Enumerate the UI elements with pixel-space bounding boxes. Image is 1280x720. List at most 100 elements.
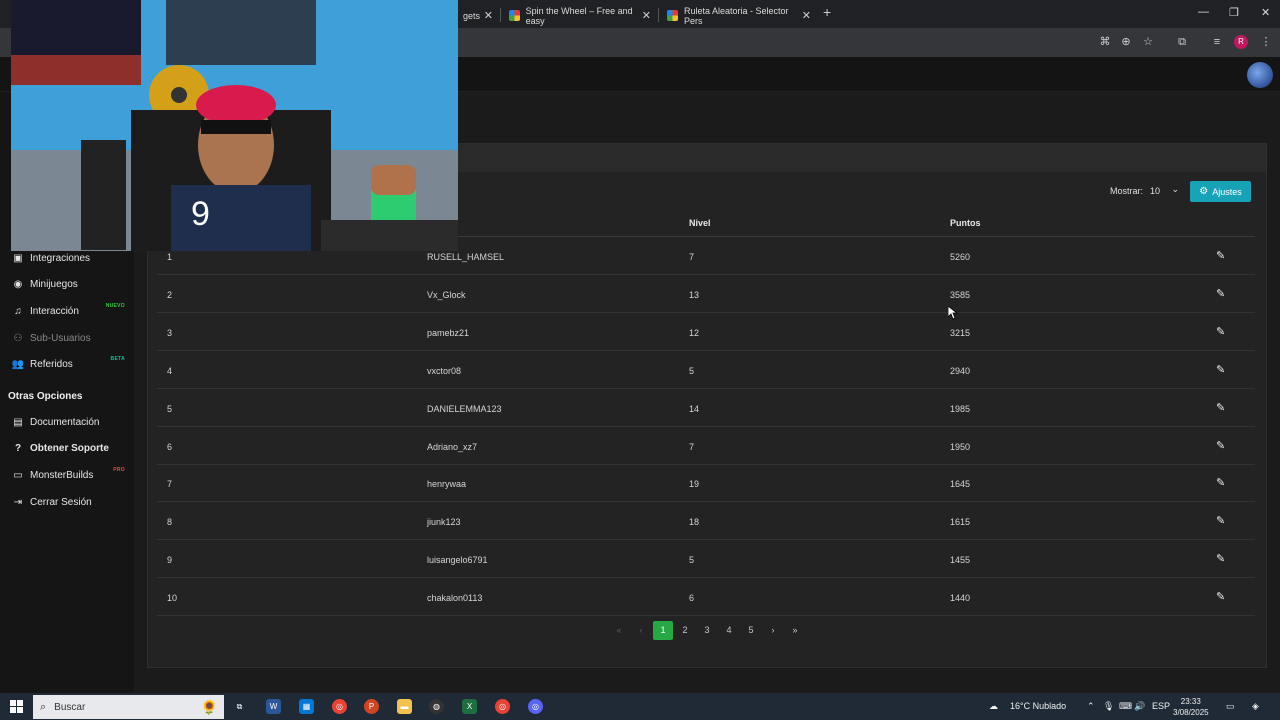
network-icon[interactable]: ⌨: [1119, 701, 1132, 712]
notifications-icon[interactable]: ▭: [1226, 701, 1235, 712]
pencil-icon[interactable]: ✎: [1216, 401, 1225, 414]
last-page-button[interactable]: »: [785, 621, 805, 640]
wheel-favicon-icon: [509, 10, 520, 21]
sidebar-item-monsterbuilds[interactable]: ▭ MonsterBuilds PRO: [0, 462, 134, 488]
clock[interactable]: 23:33 3/08/2025: [1173, 696, 1209, 718]
points-cell: 3215: [950, 327, 971, 338]
translate-icon[interactable]: ⌘: [1098, 35, 1112, 49]
level-cell: 5: [689, 555, 695, 566]
username-cell: jiunk123: [427, 517, 461, 528]
page-button[interactable]: 3: [697, 621, 717, 640]
obs-icon[interactable]: ◍: [429, 699, 444, 714]
page-button[interactable]: 5: [741, 621, 761, 640]
pencil-icon[interactable]: ✎: [1216, 514, 1225, 527]
chevron-down-icon: ⌄: [1171, 184, 1179, 194]
laptop-icon: ▭: [13, 469, 23, 481]
pencil-icon[interactable]: ✎: [1216, 552, 1225, 565]
new-tab-button[interactable]: +: [823, 4, 831, 20]
more-menu-icon[interactable]: ⋮: [1259, 35, 1273, 49]
show-entries-label: Mostrar:: [1110, 186, 1144, 196]
profile-avatar[interactable]: R: [1234, 35, 1248, 49]
powerpoint-icon[interactable]: P: [364, 699, 379, 714]
page-button[interactable]: 4: [719, 621, 739, 640]
minimize-icon[interactable]: —: [1198, 6, 1209, 18]
next-page-button[interactable]: ›: [763, 621, 783, 640]
chrome-app-icon[interactable]: ◎: [528, 699, 543, 714]
reading-list-icon[interactable]: ≡: [1210, 35, 1224, 49]
chrome-icon[interactable]: ◎: [332, 699, 347, 714]
column-header-level[interactable]: Nivel: [689, 218, 711, 228]
sidebar-item-minijuegos[interactable]: ◉ Minijuegos: [0, 271, 134, 297]
page-button[interactable]: 2: [675, 621, 695, 640]
restore-icon[interactable]: ❐: [1229, 6, 1239, 19]
sidebar-item-interaccion[interactable]: ♫ Interacción NUEVO: [0, 298, 134, 324]
close-window-icon[interactable]: ✕: [1261, 6, 1270, 19]
browser-tab[interactable]: Spin the Wheel – Free and easy ✕: [501, 3, 657, 28]
weather-text[interactable]: 16°C Nublado: [1010, 701, 1066, 711]
username-cell: DANIELEMMA123: [427, 403, 502, 414]
pencil-icon[interactable]: ✎: [1216, 287, 1225, 300]
tab-label: Spin the Wheel – Free and easy: [525, 5, 633, 26]
column-header-points[interactable]: Puntos: [950, 218, 981, 228]
rank-cell: 10: [167, 593, 178, 604]
level-cell: 19: [689, 479, 700, 490]
table-row: 10 chakalon0113 6 1440 ✎: [157, 578, 1255, 617]
word-icon[interactable]: W: [266, 699, 281, 714]
close-tab-icon[interactable]: ✕: [642, 9, 651, 22]
pencil-icon[interactable]: ✎: [1216, 325, 1225, 338]
close-tab-icon[interactable]: ✕: [484, 9, 493, 22]
mouse-cursor-icon: [948, 306, 958, 320]
pencil-icon[interactable]: ✎: [1216, 249, 1225, 262]
settings-button[interactable]: ⚙ Ajustes: [1190, 181, 1251, 202]
sidebar-item-cerrar-sesion[interactable]: ⇥ Cerrar Sesión: [0, 489, 134, 515]
extensions-icon[interactable]: ⧉: [1175, 35, 1189, 49]
weather-icon: ☁: [989, 701, 998, 711]
chrome-profile-icon[interactable]: ◎: [495, 699, 510, 714]
show-entries-select[interactable]: 10 ⌄: [1146, 182, 1182, 201]
settings-label: Ajustes: [1212, 186, 1242, 197]
task-view-icon[interactable]: ⧉: [232, 699, 247, 714]
table-row: 9 luisangelo6791 5 1455 ✎: [157, 540, 1255, 579]
zoom-icon[interactable]: ⊕: [1119, 35, 1133, 49]
pencil-icon[interactable]: ✎: [1216, 476, 1225, 489]
excel-icon[interactable]: X: [462, 699, 477, 714]
new-badge: NUEVO: [105, 303, 125, 309]
volume-icon[interactable]: 🔊: [1134, 701, 1145, 712]
pencil-icon[interactable]: ✎: [1216, 439, 1225, 452]
tab-label: Ruleta Aleatoria - Selector Pers: [683, 5, 789, 26]
level-cell: 13: [689, 289, 700, 300]
pencil-icon[interactable]: ✎: [1216, 363, 1225, 376]
pencil-icon[interactable]: ✎: [1216, 590, 1225, 603]
browser-tab[interactable]: gets ✕: [455, 3, 499, 28]
windows-start-icon[interactable]: [10, 700, 23, 713]
file-explorer-icon[interactable]: ▬: [397, 699, 412, 714]
level-cell: 5: [689, 365, 695, 376]
page-button[interactable]: 1: [653, 621, 673, 640]
beta-badge: BETA: [110, 356, 125, 362]
sidebar-item-sub-usuarios[interactable]: ⚇ Sub-Usuarios: [0, 325, 134, 351]
sidebar-item-label: Documentación: [30, 416, 100, 428]
microphone-icon[interactable]: 🎙: [1103, 701, 1114, 712]
widgets-icon[interactable]: ◈: [1252, 701, 1259, 712]
tab-label: gets: [463, 10, 481, 21]
language-indicator[interactable]: ESP: [1152, 701, 1170, 711]
wheel-favicon-icon: [667, 10, 678, 21]
prev-page-button[interactable]: ‹: [631, 621, 651, 640]
taskbar-search[interactable]: ⌕ Buscar 🌻: [33, 695, 224, 719]
tray-chevron-icon[interactable]: ⌃: [1087, 701, 1095, 712]
browser-tab[interactable]: Ruleta Aleatoria - Selector Pers ✕: [659, 3, 817, 28]
points-cell: 2940: [950, 365, 971, 376]
sidebar-item-referidos[interactable]: 👥 Referidos BETA: [0, 351, 134, 377]
store-icon[interactable]: ▦: [299, 699, 314, 714]
close-tab-icon[interactable]: ✕: [802, 9, 811, 22]
level-cell: 18: [689, 517, 700, 528]
table-row: 3 pamebz21 12 3215 ✎: [157, 313, 1255, 351]
sidebar-item-soporte[interactable]: ? Obtener Soporte: [0, 435, 134, 461]
points-cell: 1440: [950, 593, 971, 604]
first-page-button[interactable]: «: [609, 621, 629, 640]
table-row: 5 DANIELEMMA123 14 1985 ✎: [157, 389, 1255, 427]
sidebar-item-documentacion[interactable]: ▤ Documentación: [0, 409, 134, 435]
bookmark-star-icon[interactable]: ☆: [1141, 35, 1155, 49]
rank-cell: 2: [167, 289, 173, 300]
user-avatar[interactable]: [1247, 62, 1273, 88]
